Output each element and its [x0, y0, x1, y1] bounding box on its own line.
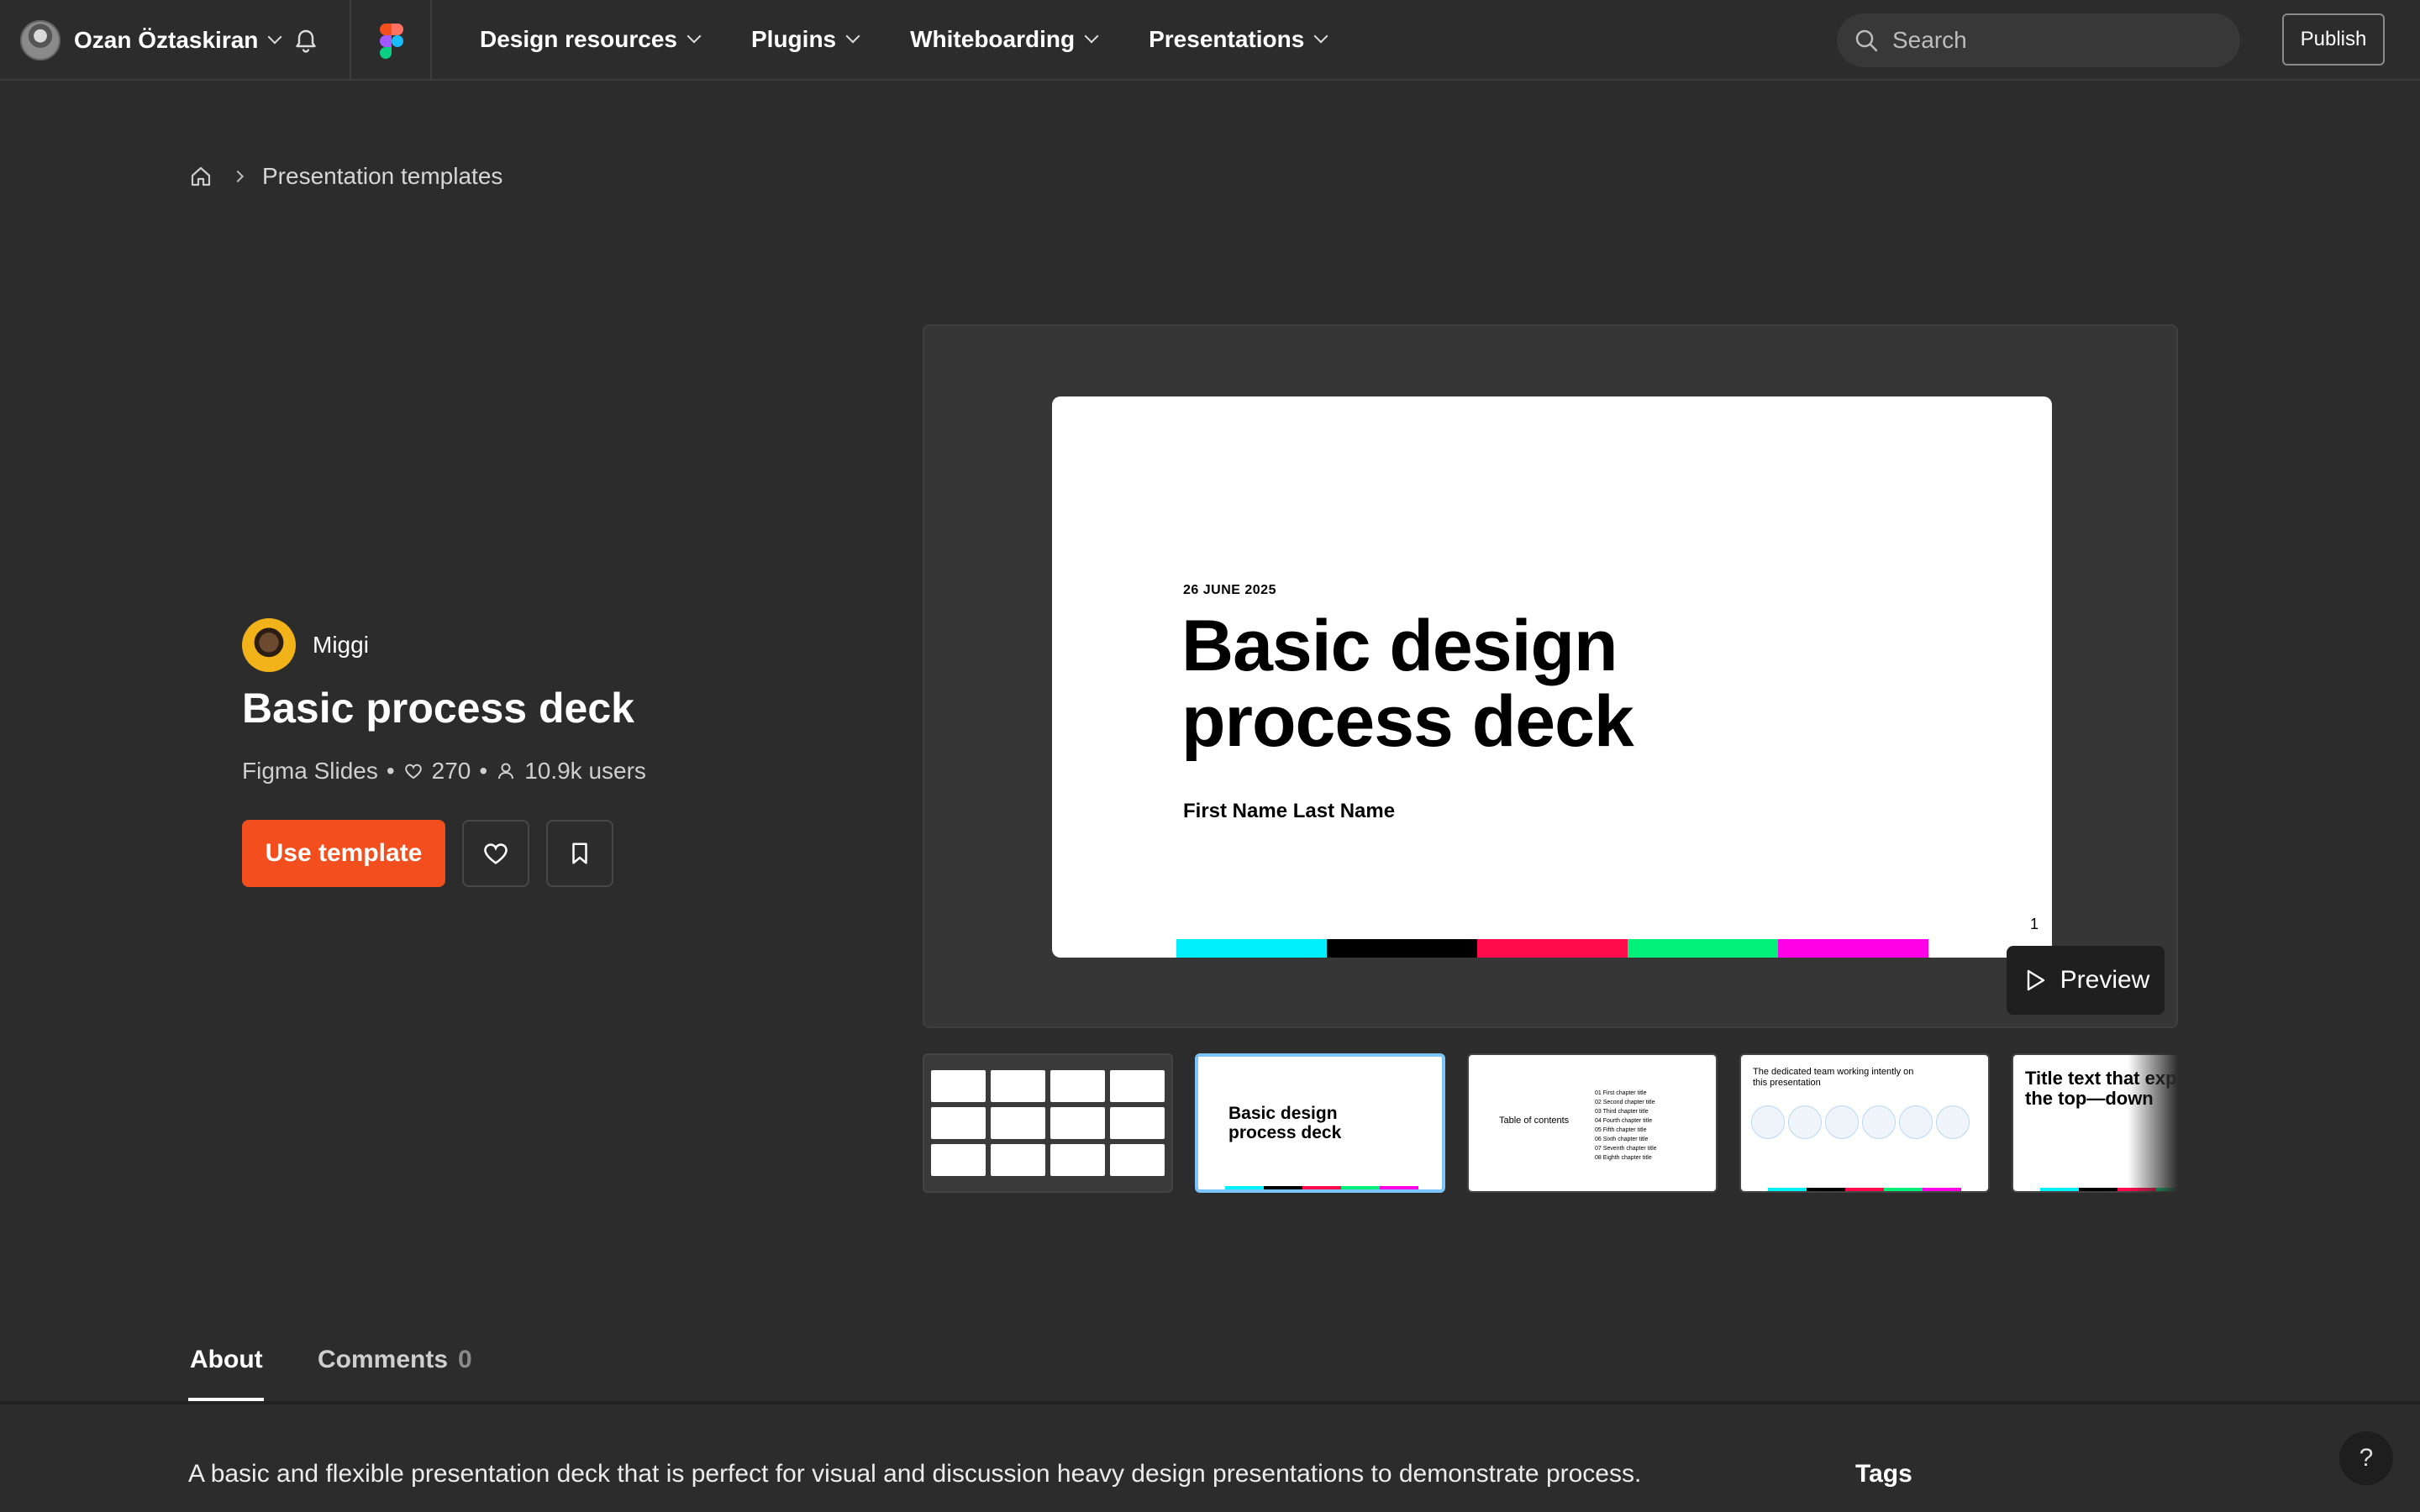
- top-navigation-bar: Ozan Öztaskiran Design resources Plugins…: [0, 0, 2420, 81]
- bookmark-button[interactable]: [546, 820, 613, 887]
- color-bar: [1176, 939, 1928, 958]
- thumbnail-title-slide[interactable]: Basic design process deck: [1195, 1053, 1445, 1193]
- nav-label: Design resources: [480, 26, 677, 52]
- tab-bar: About Comments 0: [0, 1341, 2420, 1404]
- nav-whiteboarding[interactable]: Whiteboarding: [910, 26, 1099, 53]
- about-description: A basic and flexible presentation deck t…: [188, 1460, 1642, 1488]
- comments-count: 0: [458, 1346, 472, 1373]
- chevron-down-icon: [1313, 29, 1328, 44]
- search-icon: [1855, 29, 1878, 52]
- chevron-down-icon: [267, 29, 282, 45]
- publish-button[interactable]: Publish: [2282, 13, 2385, 66]
- likes-count: 270: [431, 758, 471, 784]
- bell-icon[interactable]: [292, 27, 319, 54]
- separator-dot: •: [479, 758, 488, 784]
- thumb-title: Basic design process deck: [1228, 1104, 1342, 1142]
- account-menu[interactable]: Ozan Öztaskiran: [20, 20, 282, 60]
- slide-page-number: 1: [2030, 916, 2039, 932]
- thumb-color-bar: [1768, 1188, 1961, 1191]
- slide-preview-frame: 26 JUNE 2025 Basic design process deck F…: [923, 324, 2178, 1028]
- heart-icon: [484, 843, 508, 864]
- thumb-toc-list: 01 First chapter title 02 Second chapter …: [1595, 1090, 1657, 1161]
- resource-title: Basic process deck: [242, 685, 634, 732]
- resource-meta: Figma Slides • 270 • 10.9k users: [242, 758, 646, 785]
- thumbnail-toc-slide[interactable]: Table of contents 01 First chapter title…: [1467, 1053, 1718, 1193]
- divider: [430, 0, 432, 79]
- search-input[interactable]: [1891, 26, 2210, 55]
- nav-label: Plugins: [751, 26, 837, 52]
- nav-design-resources[interactable]: Design resources: [480, 26, 702, 53]
- separator-dot: •: [386, 758, 395, 784]
- bookmark-icon: [572, 843, 587, 864]
- tab-comments[interactable]: Comments 0: [318, 1346, 472, 1374]
- thumb-title: The dedicated team working intently on t…: [1753, 1067, 1914, 1088]
- nav-label: Whiteboarding: [910, 26, 1076, 52]
- home-icon[interactable]: [190, 165, 212, 187]
- breadcrumb-current[interactable]: Presentation templates: [262, 163, 502, 190]
- play-icon: [2027, 969, 2044, 991]
- color-bar-segment: [1628, 939, 1778, 958]
- chevron-right-icon: [231, 170, 245, 183]
- slide-date: 26 JUNE 2025: [1183, 583, 1276, 597]
- thumbnail-overview[interactable]: [923, 1053, 1173, 1193]
- active-tab-indicator: [188, 1398, 264, 1401]
- nav-plugins[interactable]: Plugins: [751, 26, 860, 53]
- tags-heading: Tags: [1855, 1460, 1912, 1488]
- slide-preview[interactable]: 26 JUNE 2025 Basic design process deck F…: [1052, 396, 2052, 958]
- color-bar-segment: [1477, 939, 1628, 958]
- like-button[interactable]: [462, 820, 529, 887]
- slide-author-name: First Name Last Name: [1183, 800, 1396, 822]
- nav-presentations[interactable]: Presentations: [1149, 26, 1328, 53]
- chevron-down-icon: [845, 29, 860, 44]
- color-bar-segment: [1176, 939, 1327, 958]
- color-bar-segment: [1327, 939, 1477, 958]
- preview-button[interactable]: Preview: [2007, 946, 2165, 1015]
- tab-comments-label: Comments: [318, 1346, 449, 1373]
- resource-type: Figma Slides: [242, 758, 378, 784]
- heart-icon: [404, 764, 422, 780]
- thumbnail-strip: Basic design process deck Table of conte…: [923, 1053, 2178, 1194]
- color-bar-segment: [1778, 939, 1928, 958]
- thumb-title: Table of contents: [1499, 1116, 1570, 1126]
- thumb-color-bar: [1225, 1186, 1418, 1189]
- nav-label: Presentations: [1149, 26, 1305, 52]
- user-name: Ozan Öztaskiran: [74, 27, 259, 53]
- team-avatars: [1751, 1105, 1970, 1139]
- chevron-down-icon: [1084, 29, 1099, 44]
- main-nav: Design resources Plugins Whiteboarding P…: [480, 0, 1378, 79]
- search-box[interactable]: [1837, 13, 2240, 67]
- thumbnail-team-slide[interactable]: The dedicated team working intently on t…: [1739, 1053, 1990, 1193]
- slide-title: Basic design process deck: [1181, 606, 1634, 762]
- breadcrumb: Presentation templates: [190, 161, 502, 192]
- chevron-down-icon: [687, 29, 702, 44]
- help-button[interactable]: ?: [2339, 1431, 2393, 1485]
- users-count: 10.9k users: [524, 758, 646, 784]
- user-avatar: [20, 20, 60, 60]
- mini-slide-grid: [931, 1070, 1165, 1176]
- tab-about[interactable]: About: [190, 1346, 263, 1374]
- author-avatar: [242, 618, 296, 672]
- author-link[interactable]: Miggi: [242, 618, 369, 672]
- user-icon: [498, 763, 514, 780]
- divider: [350, 0, 351, 79]
- preview-label: Preview: [2060, 966, 2150, 994]
- scroll-fade: [2128, 1053, 2178, 1194]
- use-template-button[interactable]: Use template: [242, 820, 445, 887]
- figma-logo-icon[interactable]: [380, 24, 403, 59]
- author-name: Miggi: [313, 632, 369, 658]
